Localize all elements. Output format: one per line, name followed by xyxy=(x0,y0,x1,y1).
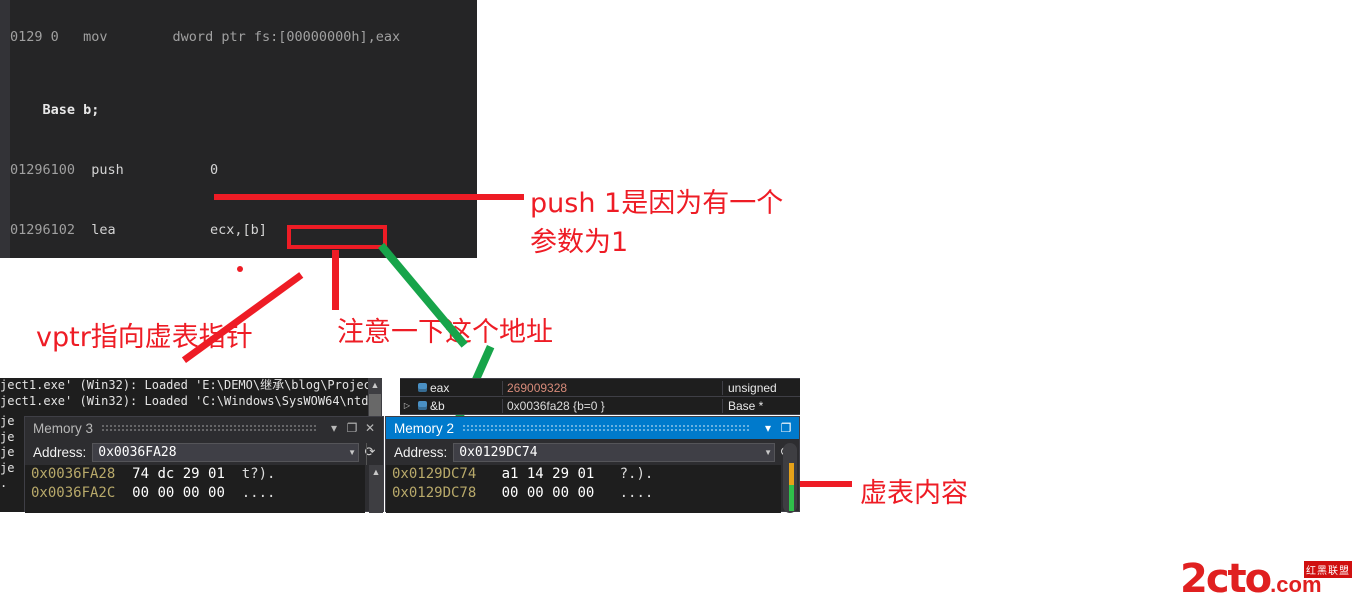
autos-panel[interactable]: eax 269009328 unsigned ▷ &b 0x0036fa28 {… xyxy=(400,378,800,415)
memory3-grid[interactable]: 0x0036FA28 74 dc 29 01 t?). 0x0036FA2C 0… xyxy=(25,465,365,513)
autos-row-type: unsigned xyxy=(722,380,777,395)
annotation-push-note: push 1是因为有一个 参数为1 xyxy=(530,184,783,262)
memory2-title: Memory 2 xyxy=(394,420,455,436)
memory2-titlebar[interactable]: Memory 2 ▾ ❐ xyxy=(386,417,799,439)
output-window-sliver: je je je je . xyxy=(0,414,24,512)
memory3-row-bytes: 00 00 00 00 xyxy=(132,485,225,501)
memory2-scroll-marker-green xyxy=(789,485,794,511)
output-line: je xyxy=(0,460,15,475)
watermark-text: 2cto xyxy=(1180,556,1272,602)
memory2-window[interactable]: Memory 2 ▾ ❐ Address: 0x0129DC74 ▼ ⟳ 0x0… xyxy=(385,416,800,513)
cube-icon xyxy=(414,399,430,413)
scroll-up-icon[interactable]: ▲ xyxy=(370,466,382,478)
scroll-up-icon[interactable]: ▲ xyxy=(369,379,381,392)
annotation-push-note-line1: push 1是因为有一个 xyxy=(530,188,784,219)
refresh-icon[interactable]: ⟳ xyxy=(359,444,381,460)
output-line: je xyxy=(0,429,15,444)
memory3-address-row: Address: 0x0036FA28 ▼ ⟳ xyxy=(25,439,383,465)
output-line: ject1.exe' (Win32): Loaded 'E:\DEMO\继承\b… xyxy=(0,378,382,392)
memory3-row-address: 0x0036FA2C xyxy=(31,485,116,501)
output-line: . xyxy=(0,476,8,490)
leader-line-push xyxy=(214,194,524,200)
autos-row[interactable]: ▷ &b 0x0036fa28 {b=0 } Base * xyxy=(400,397,800,415)
autos-row-name: eax xyxy=(430,380,450,395)
autos-row-value[interactable]: 269009328 xyxy=(502,380,722,395)
memory2-row-bytes: 00 00 00 00 xyxy=(501,485,595,501)
watermark-badge: 红黑联盟 xyxy=(1304,561,1352,578)
cube-icon xyxy=(414,381,430,395)
output-line: je xyxy=(0,414,15,428)
autos-row[interactable]: eax 269009328 unsigned xyxy=(400,379,800,397)
memory2-address-value: 0x0129DC74 xyxy=(459,444,538,460)
memory3-row-bytes: 74 dc 29 01 xyxy=(132,466,225,482)
memory3-titlebar[interactable]: Memory 3 ▾ ❐ ✕ xyxy=(25,417,383,439)
disassembly-gutter xyxy=(0,0,10,258)
annotation-vtable-note: 虚表内容 xyxy=(860,478,968,509)
titlebar-grip xyxy=(101,423,317,433)
memory3-address-input[interactable]: 0x0036FA28 ▼ xyxy=(92,442,359,462)
debugger-strip: ject1.exe' (Win32): Loaded 'E:\DEMO\继承\b… xyxy=(0,378,800,513)
memory2-row-ascii: ?.). xyxy=(619,466,654,482)
autos-row-type: Base * xyxy=(722,398,763,413)
memory2-address-label: Address: xyxy=(394,444,448,460)
memory2-grid[interactable]: 0x0129DC74 a1 14 29 01 ?.). 0x0129DC78 0… xyxy=(386,465,781,513)
expander-icon[interactable]: ▷ xyxy=(400,401,414,410)
memory3-title: Memory 3 xyxy=(33,420,94,436)
maximize-icon[interactable]: ❐ xyxy=(777,421,795,435)
operand: ecx,[b] xyxy=(210,222,267,238)
memory3-row-ascii: .... xyxy=(241,485,276,501)
chevron-down-icon[interactable]: ▾ xyxy=(325,421,343,435)
memory2-address-row: Address: 0x0129DC74 ▼ ⟳ xyxy=(386,439,799,465)
operand: 0 xyxy=(210,162,219,178)
autos-row-name: &b xyxy=(430,398,445,413)
output-line: je xyxy=(0,445,15,459)
memory2-row-bytes: a1 14 29 01 xyxy=(501,466,595,482)
disassembly-window[interactable]: 0129 0 mov dword ptr fs:[00000000h],eax … xyxy=(0,0,477,258)
maximize-icon[interactable]: ❐ xyxy=(343,421,361,435)
chevron-down-icon[interactable]: ▾ xyxy=(759,421,777,435)
chevron-down-icon[interactable]: ▼ xyxy=(348,448,356,457)
annotation-push-note-line2: 参数为1 xyxy=(530,227,629,259)
memory3-address-label: Address: xyxy=(33,444,87,460)
memory2-row-address: 0x0129DC78 xyxy=(392,485,477,501)
memory3-address-value: 0x0036FA28 xyxy=(98,444,177,460)
close-icon[interactable]: ✕ xyxy=(361,421,379,435)
memory2-scroll-marker-orange xyxy=(789,463,794,485)
memory3-row-address: 0x0036FA28 xyxy=(31,466,116,482)
disassembly-operands: 0 ecx,[b] Base::Base (0129101Eh) dword p… xyxy=(210,0,477,258)
memory3-row-ascii: t?). xyxy=(241,466,276,482)
leader-line-address xyxy=(332,250,339,310)
memory3-divider xyxy=(366,443,367,465)
chevron-down-icon[interactable]: ▼ xyxy=(764,448,772,457)
memory2-address-input[interactable]: 0x0129DC74 ▼ xyxy=(453,442,775,462)
memory2-row-ascii: .... xyxy=(619,485,654,501)
autos-row-value[interactable]: 0x0036fa28 {b=0 } xyxy=(502,398,722,413)
memory2-row-address: 0x0129DC74 xyxy=(392,466,477,482)
memory3-window[interactable]: Memory 3 ▾ ❐ ✕ Address: 0x0036FA28 ▼ ⟳ 0… xyxy=(24,416,384,513)
watermark: 2cto.com 红黑联盟 xyxy=(1180,559,1352,599)
vptr-dot-marker xyxy=(237,266,243,272)
output-scroll-thumb[interactable] xyxy=(369,394,381,416)
titlebar-grip xyxy=(462,423,751,433)
output-line: ject1.exe' (Win32): Loaded 'C:\Windows\S… xyxy=(0,393,382,408)
